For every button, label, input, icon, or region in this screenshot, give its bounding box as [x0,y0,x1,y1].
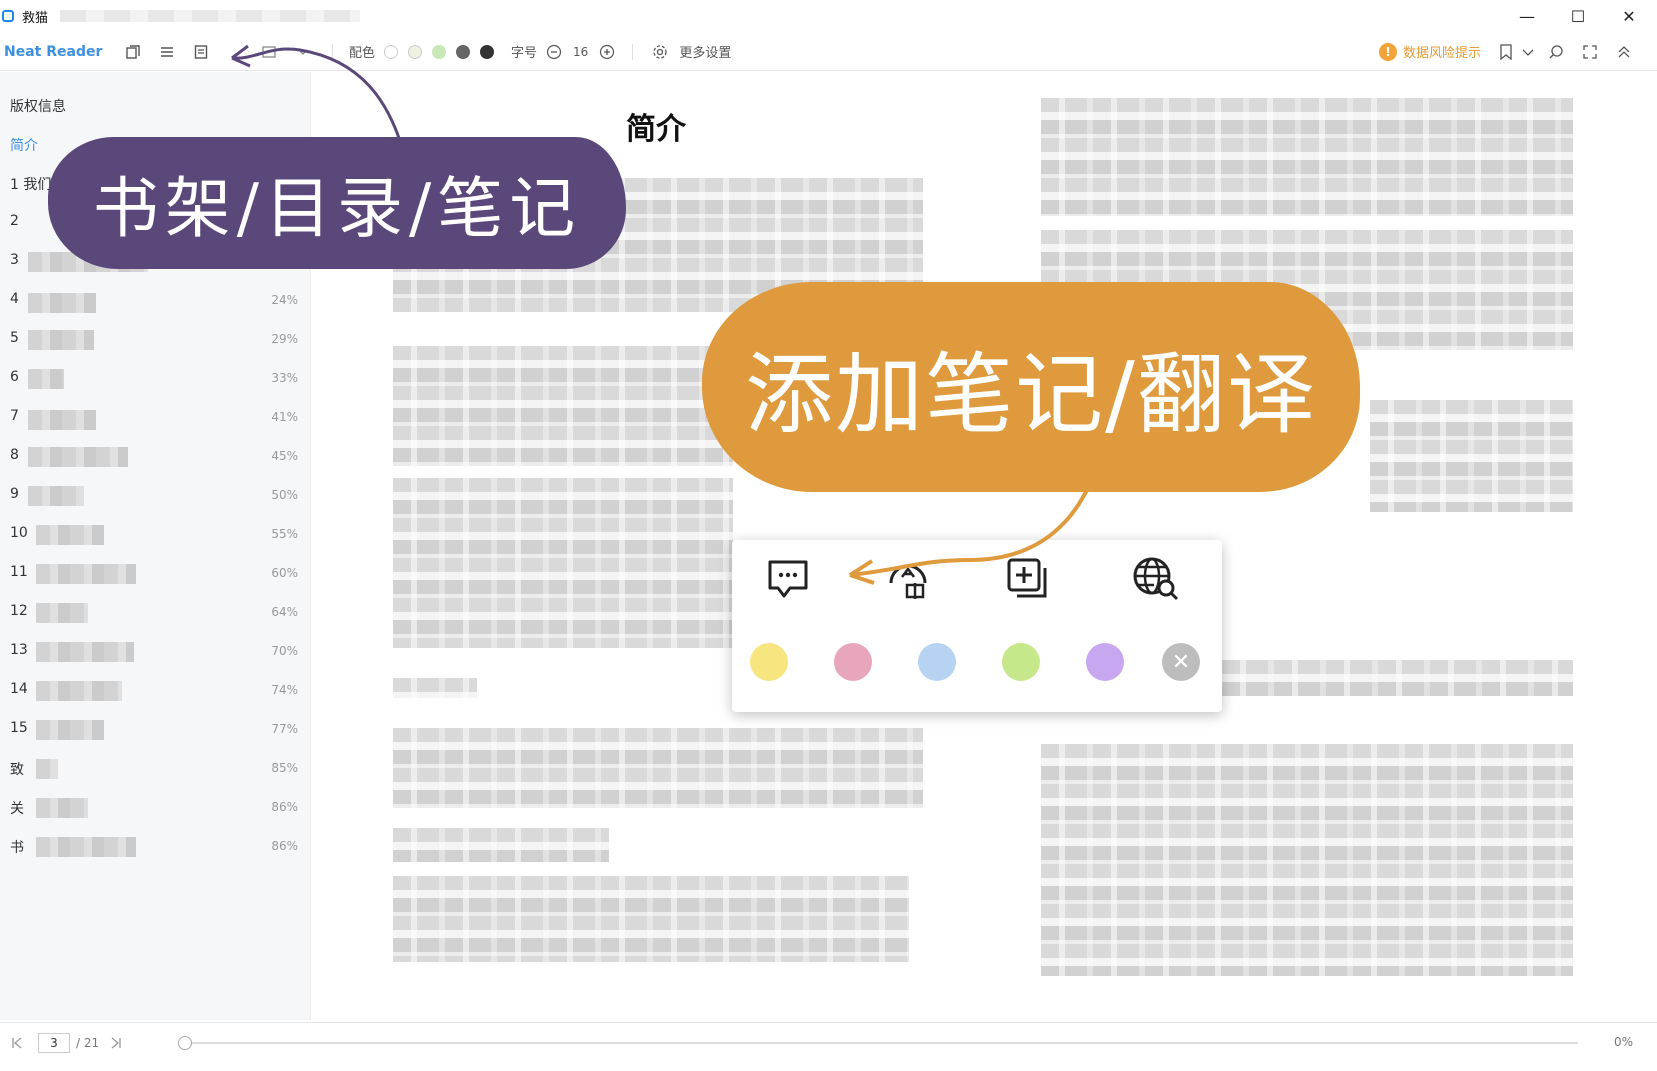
bookshelf-toc-notes-callout: 书架/目录/笔记 [48,137,626,269]
page-total: / 21 [76,1035,100,1050]
page-navigation-bar: 3 / 21 0% [0,1022,1657,1062]
progress-percent: 0% [1613,1035,1633,1049]
progress-slider-handle[interactable] [178,1036,192,1050]
last-page-icon[interactable] [105,1032,127,1054]
first-page-icon[interactable] [6,1032,28,1054]
progress-slider-track[interactable] [182,1042,1578,1044]
page-number-input[interactable]: 3 [38,1032,70,1053]
add-note-translate-callout: 添加笔记/翻译 [702,282,1360,492]
